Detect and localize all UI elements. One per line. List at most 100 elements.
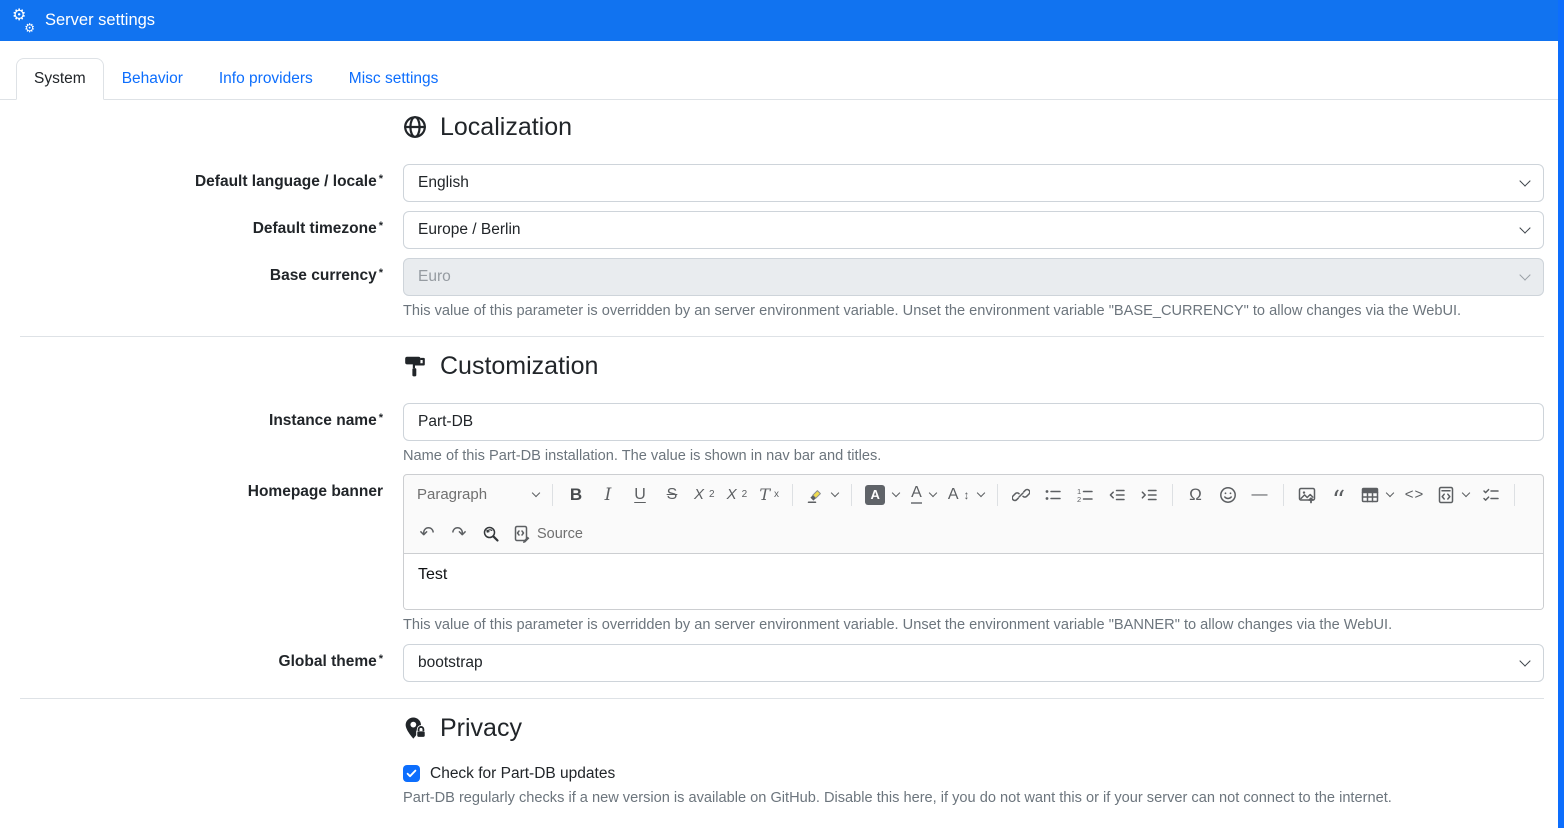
- toolbar-separator: [1172, 484, 1173, 506]
- checkmark-icon: [405, 767, 418, 780]
- remove-format-button[interactable]: Tx: [754, 480, 784, 510]
- bold-button[interactable]: B: [561, 480, 591, 510]
- global-theme-select[interactable]: bootstrap: [403, 644, 1544, 682]
- strikethrough-button[interactable]: S: [657, 480, 687, 510]
- default-language-value: English: [418, 174, 469, 192]
- update-check-label[interactable]: Check for Part-DB updates: [430, 765, 615, 783]
- image-upload-icon: [1298, 486, 1316, 504]
- todo-list-icon: [1482, 486, 1500, 504]
- instance-name-row: Instance name* Part-DB Name of this Part…: [0, 403, 1544, 465]
- localization-section-header: Localization: [403, 112, 1544, 142]
- default-language-select[interactable]: English: [403, 164, 1544, 202]
- table-icon: [1361, 486, 1379, 504]
- font-size-button[interactable]: A↕: [943, 480, 989, 510]
- rich-text-editor: Paragraph B I U S X2 X2 Tx: [403, 474, 1544, 610]
- subscript-button[interactable]: X2: [689, 480, 720, 510]
- italic-button[interactable]: I: [593, 480, 623, 510]
- superscript-button[interactable]: X2: [722, 480, 753, 510]
- horizontal-line-button[interactable]: —: [1245, 480, 1275, 510]
- instance-name-input[interactable]: Part-DB: [403, 403, 1544, 441]
- section-divider: [20, 698, 1544, 699]
- chevron-down-icon: [1461, 489, 1469, 497]
- chevron-down-icon: [1519, 655, 1530, 666]
- insert-image-button[interactable]: [1292, 480, 1322, 510]
- toolbar-separator: [851, 484, 852, 506]
- bulleted-list-icon: [1044, 486, 1062, 504]
- underline-button[interactable]: U: [625, 480, 655, 510]
- link-icon: [1012, 486, 1030, 504]
- customization-title: Customization: [440, 351, 598, 381]
- undo-button[interactable]: ↶: [412, 519, 442, 549]
- paint-roller-icon: [403, 354, 427, 378]
- privacy-section-header: Privacy: [403, 713, 1544, 743]
- update-check-checkbox[interactable]: [403, 765, 420, 782]
- link-button[interactable]: [1006, 480, 1036, 510]
- tab-misc-settings[interactable]: Misc settings: [331, 58, 457, 100]
- toolbar-separator: [1283, 484, 1284, 506]
- chevron-down-icon: [976, 489, 984, 497]
- base-currency-label: Base currency*: [0, 258, 383, 320]
- paragraph-style-dropdown[interactable]: Paragraph: [412, 480, 544, 510]
- font-color-button[interactable]: A: [906, 480, 941, 510]
- section-divider: [20, 336, 1544, 337]
- default-timezone-label: Default timezone*: [0, 211, 383, 249]
- find-replace-button[interactable]: [476, 519, 506, 549]
- base-currency-select: Euro: [403, 258, 1544, 296]
- instance-name-help: Name of this Part-DB installation. The v…: [403, 447, 1544, 465]
- privacy-title: Privacy: [440, 713, 522, 743]
- font-background-color-button[interactable]: A: [860, 480, 904, 510]
- toolbar-separator: [1514, 484, 1515, 506]
- indent-icon: [1140, 486, 1158, 504]
- todo-list-button[interactable]: [1476, 480, 1506, 510]
- insert-table-button[interactable]: [1356, 480, 1398, 510]
- highlight-button[interactable]: [801, 480, 843, 510]
- customization-section-header: Customization: [403, 351, 1544, 381]
- editor-toolbar-row-1: Paragraph B I U S X2 X2 Tx: [404, 475, 1543, 514]
- font-color-icon: A: [911, 485, 922, 504]
- chevron-down-icon: [831, 489, 839, 497]
- settings-form: Localization Default language / locale* …: [0, 112, 1564, 807]
- chevron-down-icon: [1385, 489, 1393, 497]
- numbered-list-icon: 1 2: [1076, 486, 1094, 504]
- vertical-scrollbar[interactable]: [1558, 0, 1564, 828]
- tab-system[interactable]: System: [16, 58, 104, 100]
- chevron-down-icon: [1519, 175, 1530, 186]
- emoji-smiley-icon: [1219, 486, 1237, 504]
- tab-behavior[interactable]: Behavior: [104, 58, 201, 100]
- instance-name-value: Part-DB: [418, 413, 473, 431]
- default-timezone-select[interactable]: Europe / Berlin: [403, 211, 1544, 249]
- code-button[interactable]: <>: [1400, 480, 1430, 510]
- bulleted-list-button[interactable]: [1038, 480, 1068, 510]
- chevron-down-icon: [532, 489, 540, 497]
- block-quote-button[interactable]: “: [1324, 480, 1354, 510]
- homepage-banner-label: Homepage banner: [0, 474, 383, 634]
- special-characters-button[interactable]: Ω: [1181, 480, 1211, 510]
- global-theme-row: Global theme* bootstrap: [0, 644, 1544, 682]
- html-embed-button[interactable]: [1432, 480, 1474, 510]
- gears-icon: ⚙⚙: [12, 9, 36, 33]
- emoji-button[interactable]: [1213, 480, 1243, 510]
- svg-text:2: 2: [1077, 495, 1081, 504]
- indent-button[interactable]: [1134, 480, 1164, 510]
- global-theme-label: Global theme*: [0, 644, 383, 682]
- required-marker: *: [379, 220, 383, 232]
- default-timezone-value: Europe / Berlin: [418, 221, 521, 239]
- editor-toolbar-row-2: ↶ ↷: [404, 514, 1543, 553]
- outdent-icon: [1108, 486, 1126, 504]
- banner-editor-content[interactable]: Test: [404, 553, 1543, 609]
- homepage-banner-row: Homepage banner Paragraph B I U S X2: [0, 474, 1544, 634]
- tab-info-providers[interactable]: Info providers: [201, 58, 331, 100]
- source-button[interactable]: Source: [508, 519, 588, 549]
- base-currency-value: Euro: [418, 268, 451, 286]
- outdent-button[interactable]: [1102, 480, 1132, 510]
- instance-name-label: Instance name*: [0, 403, 383, 465]
- language-row: Default language / locale* English: [0, 164, 1544, 202]
- tab-bar: System Behavior Info providers Misc sett…: [0, 58, 1564, 100]
- privacy-pin-lock-icon: [403, 716, 427, 740]
- update-check-help: Part-DB regularly checks if a new versio…: [403, 789, 1544, 807]
- timezone-row: Default timezone* Europe / Berlin: [0, 211, 1544, 249]
- chevron-down-icon: [1519, 222, 1530, 233]
- chevron-down-icon: [892, 489, 900, 497]
- numbered-list-button[interactable]: 1 2: [1070, 480, 1100, 510]
- redo-button[interactable]: ↷: [444, 519, 474, 549]
